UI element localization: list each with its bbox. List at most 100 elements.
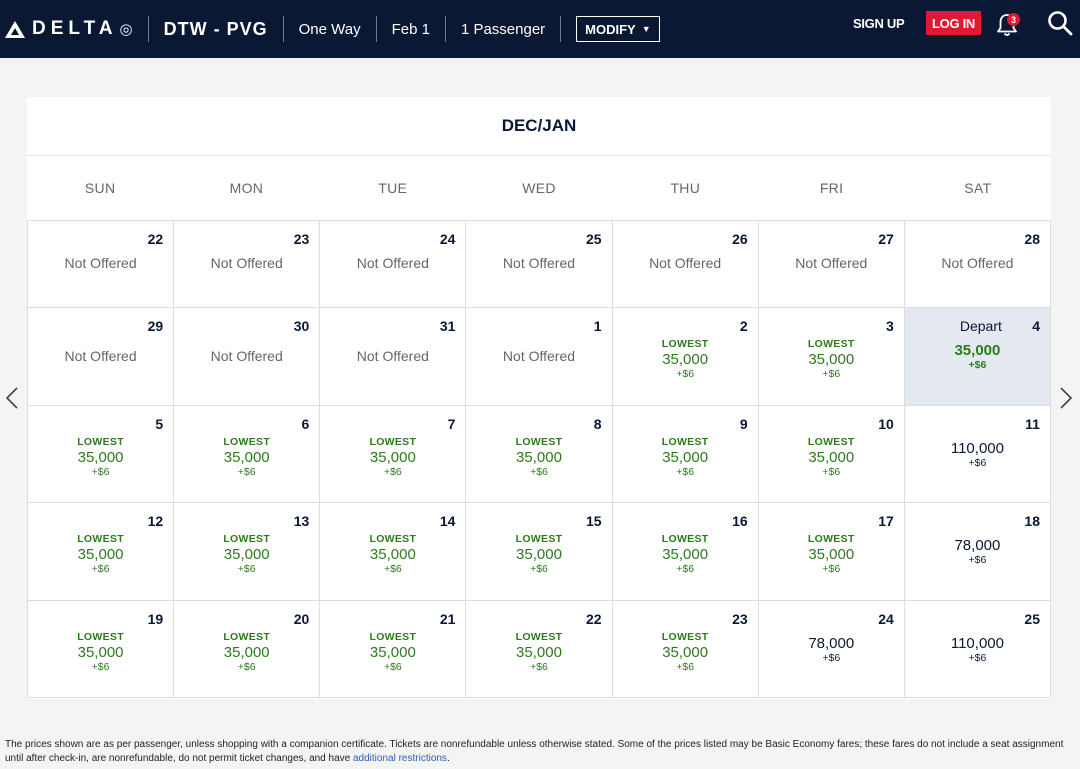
divider bbox=[375, 16, 377, 42]
day-number: 13 bbox=[293, 513, 310, 529]
calendar-day-cell[interactable]: 19 LOWEST 35,000 +$6 bbox=[28, 600, 175, 697]
delta-logo[interactable]: DELTA ◎ bbox=[5, 18, 133, 40]
fare-miles: 78,000 bbox=[954, 537, 1001, 554]
notification-badge: 3 bbox=[1007, 13, 1020, 26]
fare-tax: +$6 bbox=[530, 660, 548, 673]
chevron-left-icon[interactable] bbox=[5, 386, 19, 410]
lowest-fare-label: LOWEST bbox=[515, 435, 563, 448]
day-number: 24 bbox=[439, 231, 456, 247]
fare-block: LOWEST 35,000 +$6 bbox=[759, 338, 904, 381]
chevron-right-icon[interactable] bbox=[1059, 386, 1073, 410]
fare-tax: +$6 bbox=[237, 563, 256, 575]
fare-miles: 35,000 bbox=[369, 448, 416, 466]
calendar-week: 19 LOWEST 35,000 +$6 20 LOWEST 35,000 +$6 21 LOWE… bbox=[28, 600, 1051, 698]
modify-button[interactable]: MODIFY ▼ bbox=[576, 16, 660, 42]
calendar-day-cell[interactable]: 25 110,000 +$6 bbox=[905, 600, 1051, 697]
calendar-day-cell[interactable]: 8 LOWEST 35,000 +$6 bbox=[466, 405, 613, 502]
divider bbox=[444, 16, 446, 42]
day-number: 23 bbox=[293, 231, 310, 247]
calendar-day-cell[interactable]: 14 LOWEST 35,000 +$6 bbox=[320, 503, 467, 600]
calendar-day-cell[interactable]: 18 78,000 +$6 bbox=[905, 503, 1051, 600]
fare-miles: 35,000 bbox=[808, 351, 855, 368]
fare-miles: 35,000 bbox=[77, 448, 124, 466]
lowest-fare-label: LOWEST bbox=[807, 435, 855, 448]
fare-disclaimer: The prices shown are as per passenger, u… bbox=[5, 738, 1075, 766]
fare-miles: 110,000 bbox=[950, 439, 1004, 457]
fare-miles: 35,000 bbox=[223, 643, 270, 661]
fare-block: LOWEST 35,000 +$6 bbox=[613, 338, 758, 381]
day-number: 31 bbox=[439, 318, 456, 334]
day-number: 25 bbox=[585, 231, 602, 247]
fare-block: LOWEST 35,000 +$6 bbox=[466, 436, 611, 479]
log-in-label: LOG IN bbox=[932, 15, 975, 31]
divider bbox=[147, 16, 149, 42]
fare-tax: +$6 bbox=[383, 563, 402, 575]
fare-miles: 35,000 bbox=[516, 546, 562, 563]
fare-tax: +$6 bbox=[383, 660, 402, 673]
calendar-day-cell[interactable]: 22 LOWEST 35,000 +$6 bbox=[466, 600, 613, 697]
fare-block: 35,000 +$6 bbox=[905, 342, 1050, 372]
calendar-day-cell[interactable]: 13 LOWEST 35,000 +$6 bbox=[174, 503, 321, 600]
calendar-day-cell[interactable]: 17 LOWEST 35,000 +$6 bbox=[759, 503, 905, 600]
calendar-day-cell[interactable]: 23 LOWEST 35,000 +$6 bbox=[613, 600, 759, 697]
calendar-day-cell[interactable]: 20 LOWEST 35,000 +$6 bbox=[174, 600, 321, 697]
calendar-day-cell[interactable]: 9 LOWEST 35,000 +$6 bbox=[613, 405, 759, 502]
day-number: 22 bbox=[147, 231, 164, 247]
date-label: Feb 1 bbox=[391, 20, 430, 38]
fare-miles: 35,000 bbox=[223, 448, 270, 466]
calendar-day-cell[interactable]: 2 LOWEST 35,000 +$6 bbox=[613, 308, 759, 405]
day-number: 28 bbox=[1024, 231, 1040, 247]
sign-up-link[interactable]: SIGN UP bbox=[853, 16, 905, 31]
calendar-day-cell[interactable]: 11 110,000 +$6 bbox=[905, 405, 1051, 502]
weekday-header: SUN MON TUE WED THU FRI SAT bbox=[27, 156, 1051, 221]
lowest-fare-label: LOWEST bbox=[661, 435, 709, 448]
calendar-day-cell[interactable]: 21 LOWEST 35,000 +$6 bbox=[320, 600, 467, 697]
fare-tax: +$6 bbox=[91, 563, 110, 575]
fare-block: LOWEST 35,000 +$6 bbox=[613, 631, 758, 674]
fare-tax: +$6 bbox=[822, 465, 841, 478]
day-number: 2 bbox=[739, 318, 748, 334]
lowest-fare-label: LOWEST bbox=[369, 630, 417, 643]
calendar-day-cell[interactable]: 12 LOWEST 35,000 +$6 bbox=[28, 503, 175, 600]
additional-restrictions-link[interactable]: additional restrictions bbox=[353, 753, 447, 764]
calendar-day-cell[interactable]: 16 LOWEST 35,000 +$6 bbox=[613, 503, 759, 600]
selected-depart-day-cell[interactable]: 4 Depart 35,000 +$6 bbox=[904, 308, 1051, 405]
month-title: DEC/JAN bbox=[27, 97, 1051, 156]
day-number: 17 bbox=[878, 513, 894, 529]
not-offered-label: Not Offered bbox=[356, 255, 429, 271]
disclaimer-text: The prices shown are as per passenger, u… bbox=[5, 739, 1064, 764]
not-offered-label: Not Offered bbox=[356, 348, 429, 364]
fare-tax: +$6 bbox=[530, 465, 548, 478]
weekday-wed: WED bbox=[522, 180, 556, 196]
fare-tax: +$6 bbox=[676, 368, 695, 380]
fare-miles: 35,000 bbox=[662, 351, 709, 368]
lowest-fare-label: LOWEST bbox=[77, 630, 124, 643]
calendar-day-cell[interactable]: 24 78,000 +$6 bbox=[759, 600, 905, 697]
fare-block: LOWEST 35,000 +$6 bbox=[613, 533, 758, 576]
fare-block: 78,000 +$6 bbox=[759, 635, 904, 665]
calendar-day-cell: 29 Not Offered bbox=[28, 308, 175, 405]
day-number: 22 bbox=[585, 610, 602, 627]
calendar-day-cell[interactable]: 15 LOWEST 35,000 +$6 bbox=[466, 503, 613, 600]
lowest-fare-label: LOWEST bbox=[661, 533, 709, 545]
calendar-week: 22 Not Offered 23 Not Offered 24 Not Offered 2… bbox=[28, 221, 1051, 308]
calendar-week: 12 LOWEST 35,000 +$6 13 LOWEST 35,000 +$6 14 LOWE… bbox=[28, 503, 1051, 601]
fare-tax: +$6 bbox=[237, 660, 256, 673]
fare-miles: 35,000 bbox=[369, 643, 416, 661]
calendar-day-cell[interactable]: 6 LOWEST 35,000 +$6 bbox=[174, 405, 321, 502]
day-number: 26 bbox=[732, 231, 748, 247]
day-number: 21 bbox=[439, 610, 456, 627]
calendar-day-cell[interactable]: 3 LOWEST 35,000 +$6 bbox=[759, 308, 905, 405]
fare-miles: 35,000 bbox=[77, 643, 124, 661]
lowest-fare-label: LOWEST bbox=[77, 533, 124, 545]
calendar-day-cell[interactable]: 10 LOWEST 35,000 +$6 bbox=[759, 405, 905, 502]
calendar-day-cell: 31 Not Offered bbox=[320, 308, 467, 405]
calendar-day-cell: 25 Not Offered bbox=[466, 221, 613, 307]
fare-tax: +$6 bbox=[676, 465, 695, 478]
log-in-button[interactable]: LOG IN bbox=[926, 11, 981, 35]
day-number: 23 bbox=[732, 610, 748, 627]
day-number: 29 bbox=[147, 318, 164, 334]
search-icon[interactable] bbox=[1047, 10, 1073, 36]
calendar-day-cell[interactable]: 7 LOWEST 35,000 +$6 bbox=[320, 405, 467, 502]
calendar-day-cell[interactable]: 5 LOWEST 35,000 +$6 bbox=[28, 405, 175, 502]
